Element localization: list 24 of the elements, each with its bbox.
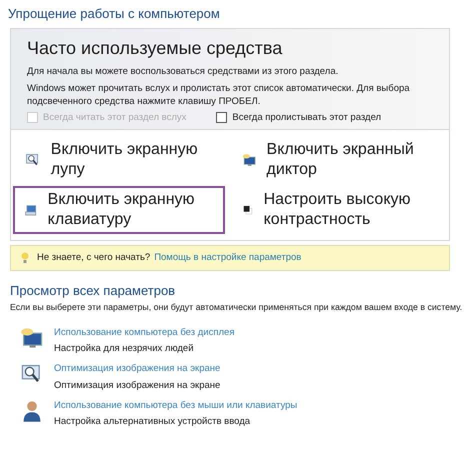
intro-text: Для начала вы можете воспользоваться средствами из этого раздела.: [27, 64, 340, 78]
settings-link[interactable]: Использование компьютера без дисплея: [54, 326, 234, 340]
tool-link[interactable]: Включить экранную клавиатуру: [13, 186, 225, 234]
checkbox-label: Всегда пролистывать этот раздел: [232, 110, 382, 125]
section-heading: Часто используемые средства: [27, 36, 284, 60]
checkbox[interactable]: [216, 112, 228, 124]
settings-link[interactable]: Оптимизация изображения на экране: [54, 362, 220, 377]
section-heading: Просмотр всех параметров: [10, 282, 176, 300]
settings-description: Настройка альтернативных устройств ввода: [54, 415, 252, 430]
settings-description: Настройка для незрячих людей: [54, 342, 195, 356]
monitor-speech-icon: [20, 326, 44, 350]
tip-text: Не знаете, с чего начать?: [37, 251, 150, 265]
section-description: Если вы выберете эти параметры, они будут автоматически применяться при каждом вашем входе в систему.: [10, 300, 464, 314]
page-title: Упрощение работы с компьютером: [8, 5, 221, 23]
settings-description: Оптимизация изображения на экране: [54, 378, 220, 393]
tool-link[interactable]: Настроить высокую контрастность: [230, 186, 442, 234]
tool-link[interactable]: Включить экранный диктор: [230, 136, 442, 184]
checkbox-label: Всегда читать этот раздел вслух: [43, 110, 186, 125]
settings-link[interactable]: Использование компьютера без мыши или клавиатуры: [54, 398, 298, 414]
note-text: Windows может прочитать вслух и пролистать этот список автоматически. Для выбора подсвеченного средства нажмите клавишу ПРОБЕЛ.: [27, 82, 411, 108]
help-link[interactable]: Помощь в настройке параметров: [154, 251, 302, 266]
lightbulb-icon: [21, 252, 29, 264]
tool-link[interactable]: Включить экранную лупу: [13, 136, 225, 184]
monitor-speech-icon: [242, 151, 257, 169]
